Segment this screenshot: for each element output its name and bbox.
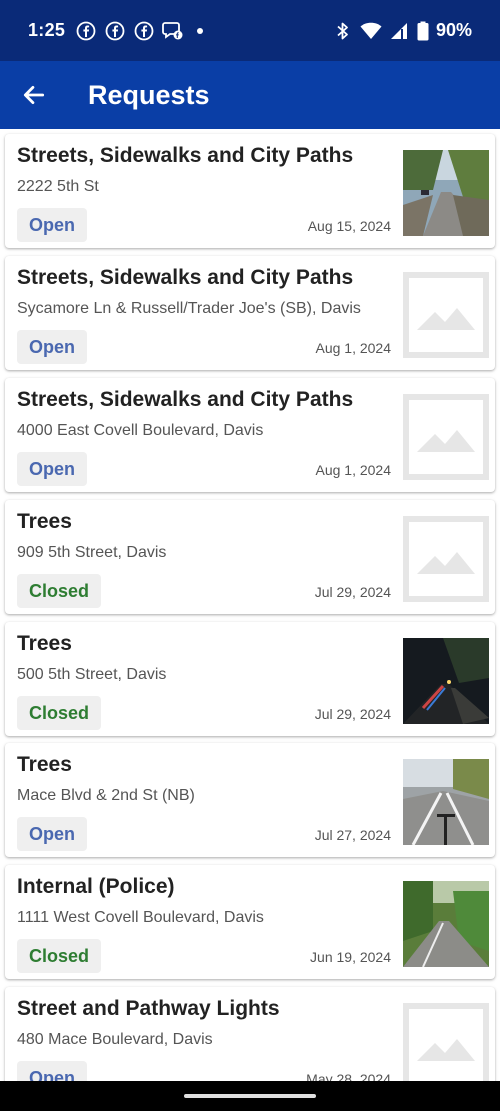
status-time: 1:25 (28, 20, 66, 40)
image-placeholder-icon (403, 1003, 489, 1081)
image-placeholder-icon (403, 272, 489, 358)
request-card[interactable]: Streets, Sidewalks and City Paths Sycamo… (5, 256, 495, 370)
request-card[interactable]: Internal (Police) 1111 West Covell Boule… (5, 865, 495, 979)
request-category: Trees (17, 753, 72, 776)
battery-icon (416, 20, 430, 42)
request-photo-thumbnail[interactable] (403, 638, 489, 724)
request-date: May 28, 2024 (306, 1071, 391, 1081)
request-card[interactable]: Streets, Sidewalks and City Paths 2222 5… (5, 134, 495, 248)
status-badge: Open (17, 330, 88, 364)
facebook-icon (75, 20, 97, 42)
request-card[interactable]: Street and Pathway Lights 480 Mace Boule… (5, 987, 495, 1081)
app-bar: Requests (0, 61, 500, 129)
request-address: 909 5th Street, Davis (17, 544, 167, 561)
back-button[interactable] (0, 61, 68, 129)
request-card[interactable]: Trees 909 5th Street, Davis Closed Jul 2… (5, 500, 495, 614)
facebook-icon (133, 20, 155, 42)
request-address: 2222 5th St (17, 178, 99, 195)
back-arrow-icon (23, 86, 45, 104)
request-address: 1111 West Covell Boulevard, Davis (17, 909, 264, 926)
request-card[interactable]: Trees 500 5th Street, Davis Closed Jul 2… (5, 622, 495, 736)
request-category: Trees (17, 632, 72, 655)
status-badge: Closed (17, 574, 102, 608)
status-bar: 1:25 90% (0, 0, 500, 61)
messenger-icon (162, 20, 184, 42)
request-date: Aug 15, 2024 (307, 218, 391, 234)
wifi-icon (360, 20, 382, 42)
request-address: 480 Mace Boulevard, Davis (17, 1031, 213, 1048)
request-address: Sycamore Ln & Russell/Trader Joe's (SB),… (17, 300, 361, 317)
request-address: 500 5th Street, Davis (17, 666, 167, 683)
request-date: Jul 29, 2024 (314, 584, 391, 600)
request-card[interactable]: Streets, Sidewalks and City Paths 4000 E… (5, 378, 495, 492)
request-category: Street and Pathway Lights (17, 997, 280, 1020)
more-notifications-dot (197, 27, 204, 34)
bluetooth-icon (332, 20, 354, 42)
request-date: Aug 1, 2024 (315, 340, 391, 356)
system-navigation-bar (0, 1081, 500, 1111)
signal-icon (388, 20, 410, 42)
image-placeholder-icon (403, 516, 489, 602)
page-title: Requests (88, 79, 210, 110)
request-date: Jul 27, 2024 (314, 827, 391, 843)
request-address: Mace Blvd & 2nd St (NB) (17, 787, 195, 804)
status-badge: Closed (17, 696, 102, 730)
request-photo-thumbnail[interactable] (403, 881, 489, 967)
request-category: Streets, Sidewalks and City Paths (17, 266, 354, 289)
facebook-icon (104, 20, 126, 42)
requests-list[interactable]: Streets, Sidewalks and City Paths 2222 5… (0, 129, 500, 1081)
image-placeholder-icon (403, 394, 489, 480)
status-badge: Open (17, 1061, 88, 1081)
status-badge: Open (17, 452, 88, 486)
status-badge: Open (17, 817, 88, 851)
status-badge: Open (17, 208, 88, 242)
request-photo-thumbnail[interactable] (403, 150, 489, 236)
request-category: Streets, Sidewalks and City Paths (17, 144, 354, 167)
battery-percent: 90% (435, 20, 472, 40)
request-category: Internal (Police) (17, 875, 175, 898)
request-date: Jun 19, 2024 (310, 949, 391, 965)
request-category: Trees (17, 510, 72, 533)
request-date: Jul 29, 2024 (314, 706, 391, 722)
system-icons: 90% (332, 20, 472, 42)
request-card[interactable]: Trees Mace Blvd & 2nd St (NB) Open Jul 2… (5, 743, 495, 857)
request-address: 4000 East Covell Boulevard, Davis (17, 422, 264, 439)
status-badge: Closed (17, 939, 102, 973)
request-category: Streets, Sidewalks and City Paths (17, 388, 354, 411)
home-gesture-handle[interactable] (184, 1094, 316, 1098)
request-date: Aug 1, 2024 (315, 462, 391, 478)
notification-icons (75, 20, 204, 42)
request-photo-thumbnail[interactable] (403, 759, 489, 845)
